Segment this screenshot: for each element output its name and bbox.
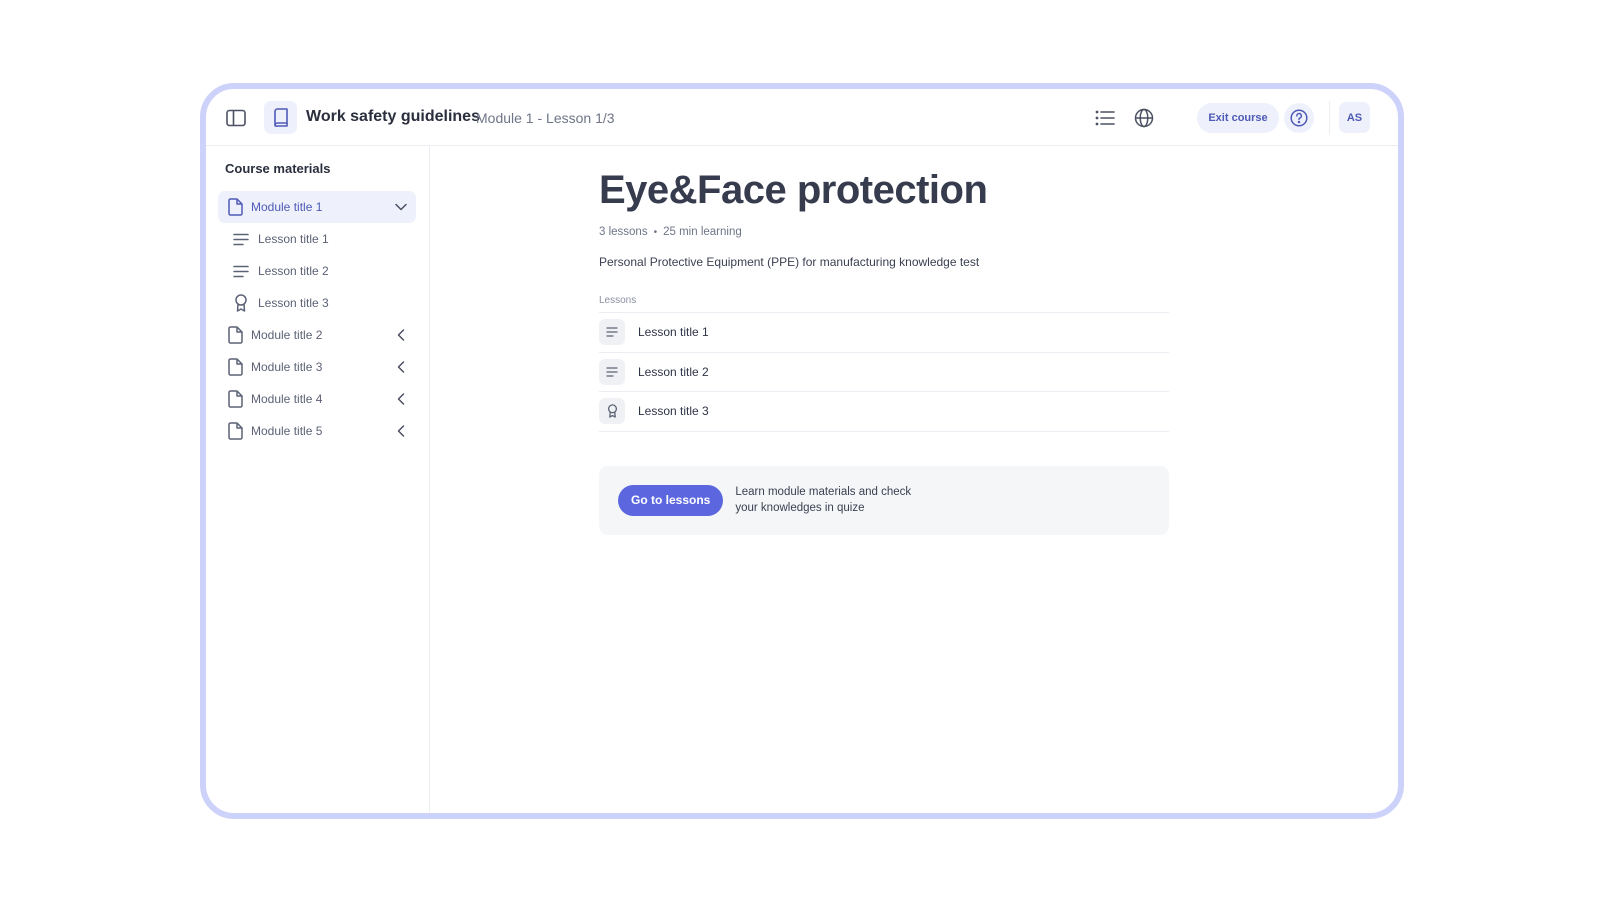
sidebar-module-5[interactable]: Module title 5 <box>218 415 416 447</box>
sidebar-module-label: Module title 1 <box>251 200 323 214</box>
lesson-row-label: Lesson title 2 <box>638 364 709 379</box>
document-icon <box>226 357 244 377</box>
sidebar-module-label: Module title 4 <box>251 392 323 406</box>
sidebar-module-2[interactable]: Module title 2 <box>218 319 416 351</box>
sidebar-lesson-label: Lesson title 2 <box>258 264 329 278</box>
sidebar-lesson-2[interactable]: Lesson title 2 <box>218 255 416 287</box>
sidebar-toggle-icon[interactable] <box>224 106 248 130</box>
course-title: Work safety guidelines <box>306 108 480 125</box>
text-lines-icon <box>232 261 250 281</box>
app-window: Work safety guidelines Module 1 - Lesson… <box>200 83 1404 819</box>
lesson-row-1[interactable]: Lesson title 1 <box>599 313 1169 353</box>
globe-icon[interactable] <box>1131 105 1157 131</box>
text-lines-icon <box>599 358 625 385</box>
document-icon <box>226 421 244 441</box>
text-lines-icon <box>599 319 625 346</box>
document-icon <box>226 325 244 345</box>
cta-panel: Go to lessons Learn module materials and… <box>599 465 1169 535</box>
lesson-row-label: Lesson title 3 <box>638 404 709 419</box>
chevron-down-icon[interactable] <box>394 200 408 214</box>
sidebar-module-label: Module title 3 <box>251 360 323 374</box>
sidebar-module-label: Module title 5 <box>251 424 323 438</box>
text-lines-icon <box>232 229 250 249</box>
sidebar-lesson-label: Lesson title 1 <box>258 232 329 246</box>
exit-course-button[interactable]: Exit course <box>1197 103 1279 133</box>
cta-text: Learn module materials and check your kn… <box>735 486 912 514</box>
meta-separator: • <box>653 226 658 238</box>
go-to-lessons-button[interactable]: Go to lessons <box>618 484 724 516</box>
chevron-left-icon[interactable] <box>394 360 408 374</box>
topbar-divider <box>1329 101 1330 135</box>
award-icon <box>232 293 250 313</box>
chevron-left-icon[interactable] <box>394 328 408 342</box>
top-bar: Work safety guidelines Module 1 - Lesson… <box>206 89 1398 146</box>
module-description: Personal Protective Equipment (PPE) for … <box>599 255 980 269</box>
sidebar-module-4[interactable]: Module title 4 <box>218 383 416 415</box>
course-progress: Module 1 - Lesson 1/3 <box>476 110 615 126</box>
chevron-left-icon[interactable] <box>394 424 408 438</box>
sidebar-lesson-label: Lesson title 3 <box>258 296 329 310</box>
sidebar-module-1[interactable]: Module title 1 <box>218 191 416 223</box>
list-icon[interactable] <box>1092 105 1118 131</box>
chevron-left-icon[interactable] <box>394 392 408 406</box>
lesson-row-2[interactable]: Lesson title 2 <box>599 353 1169 392</box>
lessons-heading: Lessons <box>599 295 1169 313</box>
duration: 25 min learning <box>663 226 742 238</box>
document-icon <box>226 197 244 217</box>
avatar[interactable]: AS <box>1339 102 1370 133</box>
sidebar-module-3[interactable]: Module title 3 <box>218 351 416 383</box>
help-icon[interactable] <box>1284 103 1314 133</box>
book-icon <box>264 101 297 134</box>
lesson-row-label: Lesson title 1 <box>638 325 709 340</box>
document-icon <box>226 389 244 409</box>
award-icon <box>599 398 625 425</box>
page-title: Eye&Face protection <box>599 168 988 212</box>
lesson-count: 3 lessons <box>599 226 648 238</box>
sidebar-lesson-1[interactable]: Lesson title 1 <box>218 223 416 255</box>
sidebar: Course materials Module title 1 Lesson t… <box>206 146 430 813</box>
sidebar-lesson-3[interactable]: Lesson title 3 <box>218 287 416 319</box>
sidebar-heading: Course materials <box>225 161 331 176</box>
sidebar-module-label: Module title 2 <box>251 328 323 342</box>
course-nav: Module title 1 Lesson title 1 Lesson tit… <box>218 191 416 447</box>
main-content: Eye&Face protection 3 lessons • 25 min l… <box>430 146 1398 813</box>
module-meta: 3 lessons • 25 min learning <box>599 226 1169 238</box>
module-overview: Eye&Face protection 3 lessons • 25 min l… <box>599 166 1169 535</box>
lesson-row-3[interactable]: Lesson title 3 <box>599 392 1169 432</box>
